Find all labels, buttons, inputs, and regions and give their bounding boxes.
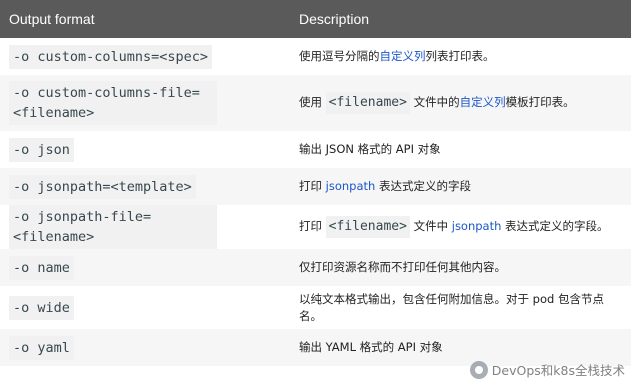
inline-code: <filename> (325, 216, 410, 238)
inline-code: <filename> (325, 92, 410, 114)
description-text: 打印 <filename> 文件中 jsonpath 表达式定义的字段。 (299, 216, 623, 238)
table-row: -o name 仅打印资源名称而不打印任何其他内容。 (0, 249, 631, 286)
output-format-code: -o wide (9, 295, 74, 320)
description-segment: 文件中 (409, 219, 452, 233)
table-row: -o jsonpath-file=<filename> 打印 <filename>… (0, 205, 631, 249)
table-row: -o custom-columns=<spec> 使用逗号分隔的自定义列列表打印表… (0, 38, 631, 75)
description-text: 使用逗号分隔的自定义列列表打印表。 (299, 48, 623, 65)
description-cell: 使用逗号分隔的自定义列列表打印表。 (288, 38, 631, 75)
output-format-code: -o custom-columns=<spec> (9, 44, 213, 69)
description-segment: 列表打印表。 (425, 49, 495, 63)
output-format-cell: -o yaml (0, 329, 288, 366)
description-text: 输出 JSON 格式的 API 对象 (299, 141, 623, 158)
column-header-output-format: Output format (9, 11, 95, 27)
output-format-code: -o custom-columns-file=<filename> (9, 81, 217, 125)
output-format-cell: -o custom-columns-file=<filename> (0, 75, 288, 131)
description-segment: 输出 YAML 格式的 API 对象 (299, 340, 443, 354)
table-row: -o wide 以纯文本格式输出，包含任何附加信息。对于 pod 包含节点名。 (0, 286, 631, 329)
description-segment: 以纯文本格式输出，包含任何附加信息。对于 pod 包含节点名。 (299, 291, 604, 323)
output-format-code: -o json (9, 137, 74, 162)
table-header-row: Output format Description (0, 0, 631, 38)
output-format-cell: -o json (0, 131, 288, 168)
doc-link[interactable]: jsonpath (326, 179, 376, 193)
output-format-code: -o yaml (9, 335, 74, 360)
column-header-description: Description (299, 11, 370, 27)
description-segment: 文件中的 (409, 95, 460, 109)
description-segment: 仅打印资源名称而不打印任何其他内容。 (299, 260, 506, 274)
description-cell: 仅打印资源名称而不打印任何其他内容。 (288, 249, 631, 286)
description-cell: 打印 jsonpath 表达式定义的字段 (288, 168, 631, 205)
output-format-cell: -o wide (0, 286, 288, 329)
description-cell: 打印 <filename> 文件中 jsonpath 表达式定义的字段。 (288, 205, 631, 249)
output-format-code: -o name (9, 255, 74, 280)
wechat-icon (469, 360, 488, 379)
description-segment: 打印 (299, 179, 326, 193)
description-text: 以纯文本格式输出，包含任何附加信息。对于 pod 包含节点名。 (299, 291, 623, 325)
table-row: -o json 输出 JSON 格式的 API 对象 (0, 131, 631, 168)
doc-link[interactable]: 自定义列 (380, 49, 426, 63)
description-segment: 表达式定义的字段 (375, 179, 471, 193)
output-format-table: Output format Description -o custom-colu… (0, 0, 631, 366)
doc-link[interactable]: 自定义列 (460, 95, 506, 109)
output-format-cell: -o custom-columns=<spec> (0, 38, 288, 75)
description-cell: 输出 JSON 格式的 API 对象 (288, 131, 631, 168)
output-format-cell: -o name (0, 249, 288, 286)
watermark: DevOps和k8s全栈技术 (469, 360, 625, 379)
table-row: -o custom-columns-file=<filename> 使用 <fil… (0, 75, 631, 131)
output-format-cell: -o jsonpath-file=<filename> (0, 205, 288, 249)
table-row: -o jsonpath=<template> 打印 jsonpath 表达式定义的… (0, 168, 631, 205)
description-segment: 输出 JSON 格式的 API 对象 (299, 142, 441, 156)
output-format-code: -o jsonpath=<template> (9, 174, 196, 199)
output-format-code: -o jsonpath-file=<filename> (9, 205, 217, 249)
description-segment: 使用逗号分隔的 (299, 49, 380, 63)
description-segment: 使用 (299, 95, 326, 109)
description-text: 使用 <filename> 文件中的自定义列模板打印表。 (299, 92, 623, 114)
description-text: 打印 jsonpath 表达式定义的字段 (299, 178, 623, 195)
description-segment: 模板打印表。 (505, 95, 575, 109)
output-format-cell: -o jsonpath=<template> (0, 168, 288, 205)
table-body: -o custom-columns=<spec> 使用逗号分隔的自定义列列表打印表… (0, 38, 631, 366)
description-text: 仅打印资源名称而不打印任何其他内容。 (299, 259, 623, 276)
description-cell: 使用 <filename> 文件中的自定义列模板打印表。 (288, 75, 631, 131)
description-text: 输出 YAML 格式的 API 对象 (299, 339, 623, 356)
description-segment: 打印 (299, 219, 326, 233)
page: Output format Description -o custom-colu… (0, 0, 631, 383)
description-cell: 以纯文本格式输出，包含任何附加信息。对于 pod 包含节点名。 (288, 286, 631, 329)
doc-link[interactable]: jsonpath (452, 219, 502, 233)
description-segment: 表达式定义的字段。 (501, 219, 609, 233)
watermark-text: DevOps和k8s全栈技术 (491, 363, 625, 378)
